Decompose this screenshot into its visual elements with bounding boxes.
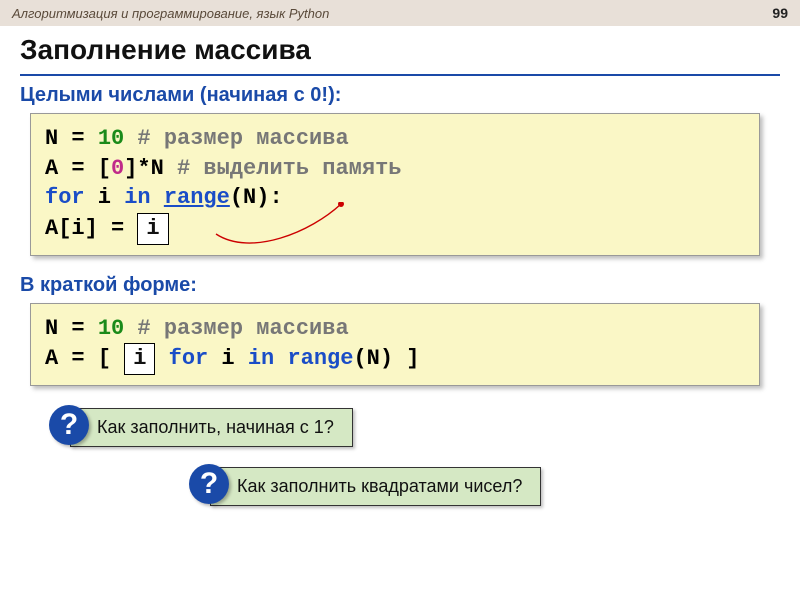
title-area: Заполнение массива [0, 26, 800, 74]
code2-line-1: N = 10 # размер массива [45, 314, 745, 344]
callout-i-2: i [124, 343, 155, 375]
page-title: Заполнение массива [20, 34, 780, 66]
question-box-2: ? Как заполнить квадратами чисел? [210, 467, 541, 506]
page-number: 99 [772, 5, 788, 21]
question-mark-icon: ? [49, 405, 89, 445]
question1-text: Как заполнить, начиная с 1? [97, 417, 334, 437]
question-box-1: ? Как заполнить, начиная с 1? [70, 408, 353, 447]
code-line-4: A[i] = i [45, 213, 745, 245]
code2-line-2: A = [ i for i in range(N) ] [45, 343, 745, 375]
question2-text: Как заполнить квадратами чисел? [237, 476, 522, 496]
code-block-2: N = 10 # размер массива A = [ i for i in… [30, 303, 760, 386]
header-bar: Алгоритмизация и программирование, язык … [0, 0, 800, 26]
question-row-1: ? Как заполнить, начиная с 1? [70, 408, 800, 447]
question-row-2: ? Как заполнить квадратами чисел? [210, 467, 800, 506]
code-block-1: N = 10 # размер массива A = [0]*N # выде… [30, 113, 760, 256]
section2-subtitle: В краткой форме: [0, 274, 800, 297]
code-line-2: A = [0]*N # выделить память [45, 154, 745, 184]
code-line-3: for i in range(N): [45, 183, 745, 213]
breadcrumb: Алгоритмизация и программирование, язык … [12, 6, 329, 21]
question-mark-icon: ? [189, 464, 229, 504]
code-line-1: N = 10 # размер массива [45, 124, 745, 154]
title-underline [20, 74, 780, 76]
callout-i-1: i [137, 213, 168, 245]
section1-subtitle: Целыми числами (начиная с 0!): [0, 84, 800, 107]
